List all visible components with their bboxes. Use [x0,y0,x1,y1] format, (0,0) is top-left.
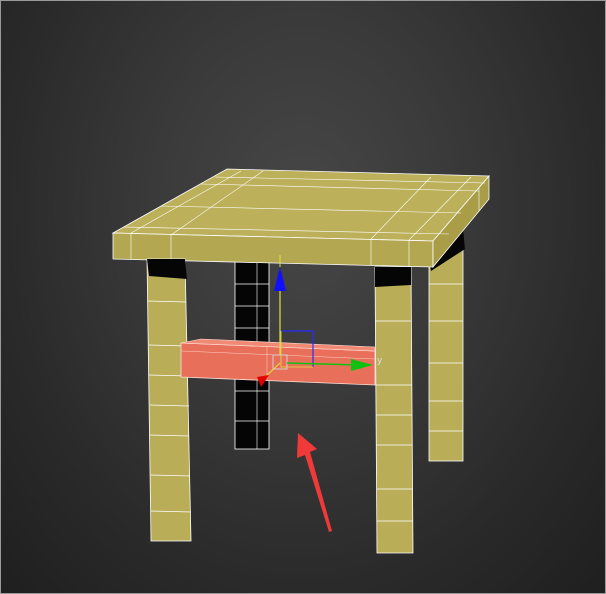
z-axis-arrow[interactable] [274,255,286,355]
scene-canvas[interactable]: y [1,1,606,594]
table-leg-front-left[interactable] [146,258,192,542]
3d-viewport[interactable]: y [0,0,606,594]
y-axis-label: y [377,356,383,366]
table-top[interactable] [111,168,490,269]
table-leg-front-right[interactable] [374,266,414,554]
selected-crossbar[interactable] [180,338,376,386]
annotation-arrow [297,433,332,532]
